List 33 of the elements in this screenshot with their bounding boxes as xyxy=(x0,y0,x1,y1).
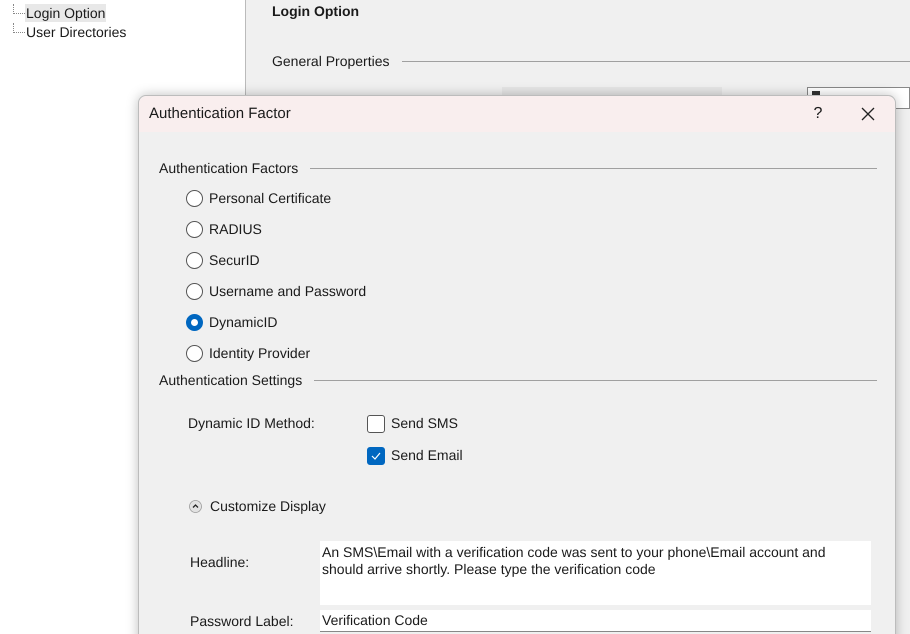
radio-button[interactable] xyxy=(186,345,203,362)
radio-label: SecurID xyxy=(209,251,260,270)
tree-item[interactable]: User Directories xyxy=(25,22,128,40)
checkbox[interactable] xyxy=(367,414,385,432)
radio-button[interactable] xyxy=(186,252,203,269)
checkbox-label: Send Email xyxy=(391,446,463,465)
radio-button[interactable] xyxy=(186,283,203,300)
checkbox[interactable] xyxy=(367,446,385,464)
checkbox-label: Send SMS xyxy=(391,414,458,433)
radio-label: Personal Certificate xyxy=(209,189,332,208)
field-label: Dynamic ID Method: xyxy=(188,414,316,433)
field-label: Headline: xyxy=(190,553,250,572)
section-heading: Authentication Settings xyxy=(159,371,302,390)
headline-field[interactable]: An SMS\Email with a verification code was sent to your phone\Email account and should arrive shortly. Please type the verification code xyxy=(320,541,871,605)
section-heading: Authentication Factors xyxy=(159,159,298,178)
tree-item[interactable]: Login Option xyxy=(25,4,106,22)
password-label-field[interactable]: Verification Code xyxy=(320,610,871,632)
radio-label: DynamicID xyxy=(209,313,278,332)
radio-label: RADIUS xyxy=(209,220,262,239)
radio-button[interactable] xyxy=(186,190,203,207)
section-heading: General Properties xyxy=(272,52,390,71)
customize-display-toggle[interactable]: Customize Display xyxy=(189,496,326,517)
radio-label: Username and Password xyxy=(209,282,366,301)
dialog-title: Authentication Factor xyxy=(149,104,292,124)
help-button[interactable]: ? xyxy=(808,102,828,126)
radio-button[interactable] xyxy=(186,221,203,238)
close-icon[interactable] xyxy=(861,107,875,121)
page-title: Login Option xyxy=(272,2,360,21)
checkmark-icon xyxy=(371,452,381,460)
radio-button[interactable] xyxy=(186,314,203,331)
radio-label: Identity Provider xyxy=(209,344,310,363)
chevron-up-icon xyxy=(189,500,202,513)
field-label: Password Label: xyxy=(190,612,295,630)
